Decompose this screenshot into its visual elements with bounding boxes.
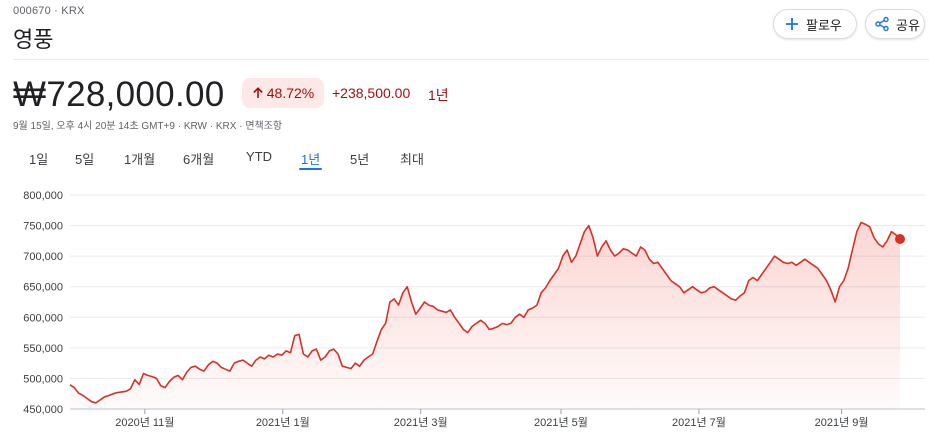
y-axis-labels: 800,000 750,000 700,000 650,000 600,000 550,0… [23,190,63,416]
quote-meta: 9월 15일, 오후 4시 20분 14초 GMT+9 · KRW · KRX … [13,121,283,132]
y-tick-label: 500,000 [23,373,63,385]
arrow-up-icon [252,87,263,98]
follow-label: 팔로우 [806,17,842,33]
y-tick-label: 800,000 [23,190,63,202]
latest-price-point [895,234,905,245]
y-tick-label: 450,000 [23,404,63,416]
x-tick-label: 2021년 7월 [672,416,726,429]
price-chart[interactable]: 800,000 750,000 700,000 650,000 600,000 550,0… [0,180,929,443]
tab-1-month[interactable]: 1개월 [124,149,155,168]
share-label: 공유 [896,17,920,33]
follow-button[interactable]: 팔로우 [773,9,857,39]
y-tick-label: 550,000 [23,343,63,355]
plus-icon [786,18,798,30]
y-tick-label: 750,000 [23,221,63,233]
change-percent-badge: 48.72% [242,78,324,108]
x-tick-label: 2020년 11월 [115,416,174,429]
x-tick-label: 2021년 1월 [256,416,310,429]
company-name: 영풍 [13,27,54,52]
price-area-fill [70,222,900,409]
y-tick-label: 600,000 [23,312,63,324]
tab-5-day[interactable]: 5일 [75,149,94,168]
change-period: 1년 [428,87,449,103]
tab-5-year[interactable]: 5년 [350,149,369,168]
x-tick-label: 2021년 5월 [534,416,588,429]
tab-1-day[interactable]: 1일 [29,149,48,168]
tab-1-year[interactable]: 1년 [298,149,323,170]
current-price: ₩728,000.00 [13,75,225,114]
x-tick-label: 2021년 9월 [815,416,869,429]
x-tick-label: 2021년 3월 [394,416,448,429]
change-percent: 48.72% [266,85,315,101]
tab-6-month[interactable]: 6개월 [183,149,214,168]
share-icon [875,16,889,32]
header-divider [13,59,929,60]
y-tick-label: 650,000 [23,282,63,294]
tab-max[interactable]: 최대 [400,149,424,168]
x-axis: 2020년 11월 2021년 1월 2021년 3월 2021년 5월 2021년 7… [70,408,925,429]
ticker-symbol: 000670 · KRX [13,5,85,17]
share-button[interactable]: 공유 [865,9,925,39]
change-absolute: +238,500.00 [332,85,411,101]
y-tick-label: 700,000 [23,251,63,263]
tab-ytd[interactable]: YTD [246,149,272,164]
